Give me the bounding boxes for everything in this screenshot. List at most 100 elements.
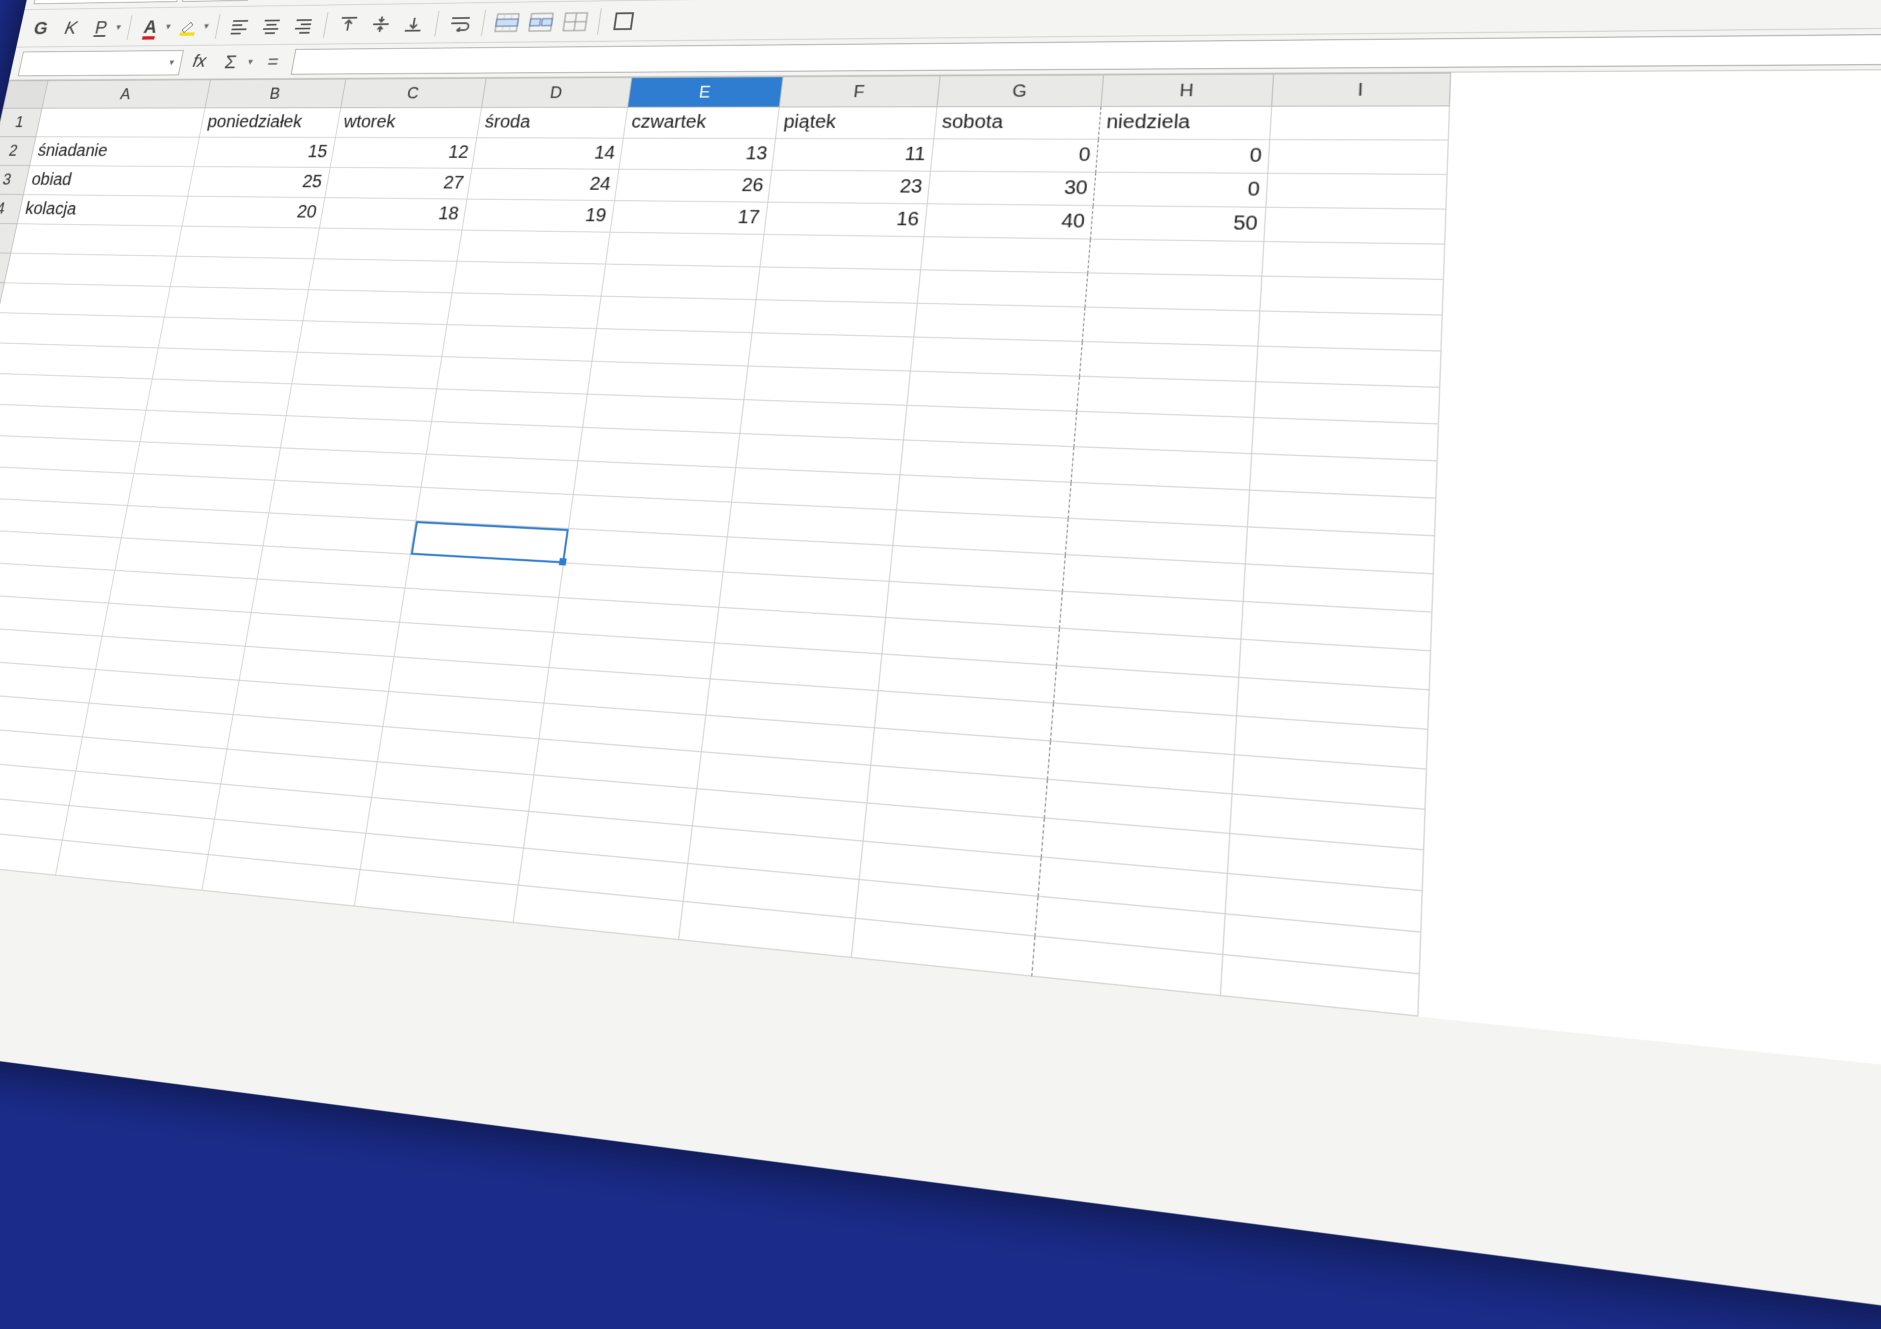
cell-H8[interactable] xyxy=(1080,342,1258,382)
cell-D2[interactable]: 14 xyxy=(472,138,623,169)
cell-H5[interactable] xyxy=(1088,240,1264,277)
formula-equals-icon[interactable]: = xyxy=(257,48,289,75)
cell-I2[interactable] xyxy=(1268,140,1449,175)
merge-cells-icon[interactable] xyxy=(490,8,523,36)
cell-F5[interactable] xyxy=(760,235,924,270)
cell-E8[interactable] xyxy=(592,329,752,366)
cell-C6[interactable] xyxy=(309,259,458,293)
cell-D3[interactable]: 24 xyxy=(467,169,619,201)
cell-B7[interactable] xyxy=(165,287,309,321)
cell-E4[interactable]: 17 xyxy=(610,201,768,235)
split-cells-icon[interactable] xyxy=(524,8,557,36)
bold-button[interactable]: G xyxy=(25,15,56,41)
highlight-color-button[interactable] xyxy=(173,13,205,40)
cell-I7[interactable] xyxy=(1258,312,1442,352)
cell-A5[interactable] xyxy=(11,224,182,256)
cell-F9[interactable] xyxy=(744,367,910,406)
cell-A8[interactable] xyxy=(0,313,165,348)
cell-H4[interactable]: 50 xyxy=(1091,206,1266,242)
cell-F2[interactable]: 11 xyxy=(772,139,934,172)
cell-G1[interactable]: sobota xyxy=(934,107,1101,140)
cell-G4[interactable]: 40 xyxy=(924,204,1093,239)
column-header-E[interactable]: E xyxy=(628,76,784,107)
font-color-button[interactable]: A xyxy=(135,13,166,40)
cell-E7[interactable] xyxy=(597,297,757,334)
cell-E5[interactable] xyxy=(606,233,764,268)
cell-C3[interactable]: 27 xyxy=(325,168,472,200)
cell-B3[interactable]: 25 xyxy=(188,167,330,198)
cell-A2[interactable]: śniadanie xyxy=(30,137,200,167)
cell-G9[interactable] xyxy=(907,372,1080,412)
cell-C4[interactable]: 18 xyxy=(320,198,468,230)
column-header-G[interactable]: G xyxy=(937,75,1104,108)
italic-button[interactable]: K xyxy=(55,14,86,41)
cell-C2[interactable]: 12 xyxy=(331,138,478,169)
cell-G8[interactable] xyxy=(911,338,1083,377)
name-box[interactable]: ▾ xyxy=(18,50,184,76)
column-header-D[interactable]: D xyxy=(482,77,632,108)
cell-E1[interactable]: czwartek xyxy=(624,107,780,138)
cell-D6[interactable] xyxy=(452,262,606,297)
cell-C5[interactable] xyxy=(314,228,462,261)
cell-B8[interactable] xyxy=(159,318,304,353)
cell-D5[interactable] xyxy=(457,231,610,265)
cell-D4[interactable]: 19 xyxy=(462,200,615,233)
cell-A4[interactable]: kolacja xyxy=(17,195,188,227)
cell-I3[interactable] xyxy=(1266,174,1447,210)
font-size-combo[interactable]: 10 pkt▾ xyxy=(182,0,253,1)
cell-F8[interactable] xyxy=(748,333,914,371)
align-middle-icon[interactable] xyxy=(364,10,396,38)
cell-C8[interactable] xyxy=(298,321,448,357)
cell-I6[interactable] xyxy=(1260,277,1444,316)
cell-H7[interactable] xyxy=(1083,308,1261,347)
cell-G2[interactable]: 0 xyxy=(931,139,1099,172)
align-bottom-icon[interactable] xyxy=(397,9,429,37)
cell-D7[interactable] xyxy=(447,293,601,329)
cell-D1[interactable]: środa xyxy=(477,108,628,139)
cell-C9[interactable] xyxy=(292,353,442,390)
cell-B4[interactable]: 20 xyxy=(182,197,325,229)
font-name-combo[interactable]: ▾ xyxy=(34,0,183,4)
cell-F1[interactable]: piątek xyxy=(776,107,938,139)
cell-I4[interactable] xyxy=(1264,208,1446,245)
select-all-corner[interactable] xyxy=(3,80,49,108)
align-top-icon[interactable] xyxy=(332,10,364,38)
cell-H2[interactable]: 0 xyxy=(1096,140,1270,174)
cell-I8[interactable] xyxy=(1256,347,1441,388)
cell-G5[interactable] xyxy=(921,237,1091,273)
column-header-I[interactable]: I xyxy=(1272,73,1451,107)
cell-B9[interactable] xyxy=(153,348,298,384)
column-header-H[interactable]: H xyxy=(1101,74,1274,107)
function-wizard-icon[interactable]: fx xyxy=(191,52,208,72)
cell-B5[interactable] xyxy=(176,227,319,260)
cell-E6[interactable] xyxy=(601,265,760,301)
cell-C7[interactable] xyxy=(303,290,452,325)
cell-H3[interactable]: 0 xyxy=(1094,173,1269,208)
unmerge-cells-icon[interactable] xyxy=(558,7,591,35)
cell-F7[interactable] xyxy=(752,300,917,337)
cell-E2[interactable]: 13 xyxy=(619,139,776,171)
cell-A6[interactable] xyxy=(5,254,177,287)
cell-E9[interactable] xyxy=(588,362,749,400)
cell-B6[interactable] xyxy=(171,257,315,290)
column-header-B[interactable]: B xyxy=(205,79,346,109)
underline-button[interactable]: P xyxy=(86,14,117,41)
cell-H6[interactable] xyxy=(1086,273,1263,311)
cell-G6[interactable] xyxy=(918,270,1089,307)
wrap-text-icon[interactable] xyxy=(444,9,477,37)
cell-B1[interactable]: poniedziałek xyxy=(200,108,341,138)
cell-I1[interactable] xyxy=(1270,106,1450,140)
column-header-F[interactable]: F xyxy=(780,75,941,107)
cell-H1[interactable]: niedziela xyxy=(1099,107,1272,140)
cell-A7[interactable] xyxy=(0,283,171,317)
cell-B2[interactable]: 15 xyxy=(194,138,336,168)
cell-F3[interactable]: 23 xyxy=(768,171,931,205)
cell-E3[interactable]: 26 xyxy=(615,170,772,203)
align-left-icon[interactable] xyxy=(223,12,255,39)
sum-icon[interactable]: Σ xyxy=(215,48,247,75)
cell-F6[interactable] xyxy=(756,267,921,303)
align-center-icon[interactable] xyxy=(255,12,287,39)
cell-D9[interactable] xyxy=(437,357,592,395)
spreadsheet-grid[interactable]: ABCDEFGHI1poniedziałekwtorekśrodaczwarte… xyxy=(0,70,1881,1083)
cell-F4[interactable]: 16 xyxy=(764,203,927,238)
